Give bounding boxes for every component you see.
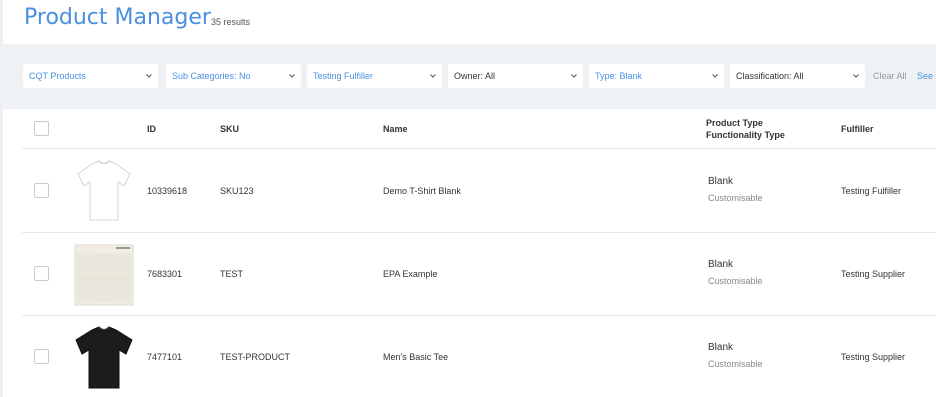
table-row[interactable]: 7477101 TEST-PRODUCT Men's Basic Tee Bla…: [22, 316, 936, 397]
filter-label: Sub Categories: No: [172, 71, 251, 81]
column-header-product-type: Product Type: [706, 118, 763, 128]
chevron-down-icon: [853, 73, 859, 79]
chevron-down-icon: [571, 73, 577, 79]
filter-cqt-products[interactable]: CQT Products: [23, 64, 158, 88]
page-header: Product Manager 35 results: [3, 0, 936, 44]
row-sku: SKU123: [220, 186, 254, 196]
row-sku: TEST-PRODUCT: [220, 352, 291, 362]
filter-label: Owner: All: [454, 71, 496, 81]
black-tshirt-image: [72, 324, 136, 390]
row-sku: TEST: [220, 269, 244, 279]
column-header-fulfiller[interactable]: Fulfiller: [841, 123, 874, 135]
table-row[interactable]: 10339618 SKU123 Demo T-Shirt Blank Blank…: [22, 150, 936, 233]
select-all-checkbox[interactable]: [34, 121, 49, 136]
filter-bar: CQT Products Sub Categories: No Testing …: [3, 44, 936, 109]
epa-document-image: [72, 241, 136, 307]
chevron-down-icon: [289, 73, 295, 79]
row-type-cell: Blank Customisable: [708, 342, 763, 370]
see-link[interactable]: See: [917, 64, 933, 88]
row-functionality: Customisable: [708, 193, 763, 203]
filter-label: Classification: All: [736, 71, 804, 81]
chevron-down-icon: [712, 73, 718, 79]
row-id: 10339618: [147, 186, 188, 196]
row-fulfiller: Testing Supplier: [841, 269, 906, 279]
column-header-id[interactable]: ID: [147, 123, 156, 135]
row-name[interactable]: Men's Basic Tee: [383, 351, 448, 363]
row-name[interactable]: EPA Example: [383, 268, 437, 280]
filter-classification[interactable]: Classification: All: [730, 64, 865, 88]
table-header: ID SKU Name Product Type Functionality T…: [22, 109, 936, 149]
row-product-type: Blank: [708, 342, 734, 353]
row-product-type: Blank: [708, 176, 734, 187]
row-type-cell: Blank Customisable: [708, 176, 763, 204]
column-header-sku[interactable]: SKU: [220, 123, 239, 135]
filter-label: Type: Blank: [595, 71, 643, 81]
row-type-cell: Blank Customisable: [708, 259, 763, 287]
row-checkbox[interactable]: [34, 349, 49, 364]
product-table: ID SKU Name Product Type Functionality T…: [22, 109, 936, 397]
results-count: 35 results: [211, 17, 251, 27]
row-id: 7477101: [147, 352, 183, 362]
row-product-type: Blank: [708, 259, 734, 270]
white-tshirt-image: [72, 158, 136, 224]
row-id: 7683301: [147, 269, 183, 279]
filter-label: Testing Fulfiller: [313, 71, 374, 81]
column-header-name[interactable]: Name: [383, 123, 408, 135]
filter-type[interactable]: Type: Blank: [589, 64, 724, 88]
filter-label: CQT Products: [29, 71, 86, 81]
filter-fulfiller[interactable]: Testing Fulfiller: [307, 64, 442, 88]
page-title: Product Manager: [24, 5, 211, 30]
chevron-down-icon: [430, 73, 436, 79]
row-fulfiller: Testing Fulfiller: [841, 186, 902, 196]
table-row[interactable]: 7683301 TEST EPA Example Blank Customisa…: [22, 233, 936, 316]
clear-all-link[interactable]: Clear All: [873, 64, 907, 88]
row-checkbox[interactable]: [34, 183, 49, 198]
filter-owner[interactable]: Owner: All: [448, 64, 583, 88]
row-fulfiller: Testing Supplier: [841, 352, 906, 362]
row-functionality: Customisable: [708, 359, 763, 369]
column-header-functionality-type: Functionality Type: [706, 130, 785, 140]
chevron-down-icon: [146, 73, 152, 79]
row-checkbox[interactable]: [34, 266, 49, 281]
row-functionality: Customisable: [708, 276, 763, 286]
filter-sub-categories[interactable]: Sub Categories: No: [166, 64, 301, 88]
row-name[interactable]: Demo T-Shirt Blank: [383, 185, 461, 197]
column-header-type[interactable]: Product Type Functionality Type: [706, 117, 785, 141]
